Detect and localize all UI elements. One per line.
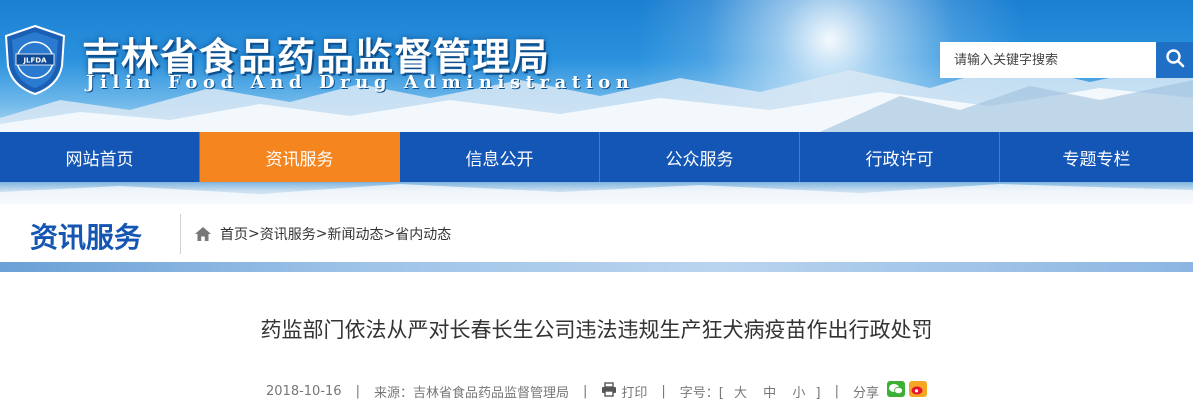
article-source: 吉林省食品药品监督管理局 <box>412 385 569 401</box>
decorative-strip <box>0 182 1193 204</box>
source-label: 来源： <box>373 385 413 401</box>
nav-item-info-disclosure[interactable]: 信息公开 <box>400 132 600 182</box>
main-nav: 网站首页 资讯服务 信息公开 公众服务 行政许可 专题专栏 <box>0 132 1193 182</box>
font-size-small[interactable]: 小 <box>792 386 805 401</box>
nav-item-admin-permits[interactable]: 行政许可 <box>800 132 1000 182</box>
font-size-label: 字号：[ <box>679 385 724 401</box>
section-divider <box>180 214 181 254</box>
breadcrumb-provincial-news[interactable]: 省内动态 <box>395 224 451 244</box>
weibo-icon[interactable] <box>908 381 927 401</box>
meta-divider: | <box>355 383 360 399</box>
section-header: 资讯服务 首页 > 资讯服务 > 新闻动态 > 省内动态 <box>0 204 1193 262</box>
font-size-close: ] <box>815 385 821 401</box>
printer-icon <box>601 381 621 401</box>
logo-text: JLFDA <box>22 57 47 65</box>
breadcrumb-separator: > <box>248 226 260 242</box>
print-button[interactable]: 打印 <box>601 381 648 401</box>
search-input[interactable] <box>940 42 1156 78</box>
breadcrumb: 首页 > 资讯服务 > 新闻动态 > 省内动态 <box>194 224 451 244</box>
wechat-icon[interactable] <box>886 381 905 401</box>
site-subtitle: Jilin Food And Drug Administration <box>86 72 635 93</box>
font-size-control: 字号：[ 大 中 小 ] <box>680 382 821 401</box>
article-date: 2018-10-16 <box>266 383 342 399</box>
nav-item-news-services[interactable]: 资讯服务 <box>200 132 400 182</box>
meta-divider: | <box>583 383 588 399</box>
breadcrumb-separator: > <box>383 226 396 242</box>
agency-logo: JLFDA <box>4 24 66 96</box>
meta-divider: | <box>834 383 839 399</box>
share-label: 分享 <box>852 385 879 401</box>
font-size-large[interactable]: 大 <box>734 386 747 401</box>
section-title: 资讯服务 <box>30 221 143 254</box>
font-size-medium[interactable]: 中 <box>763 386 776 401</box>
nav-item-special-topics[interactable]: 专题专栏 <box>1000 132 1193 182</box>
print-label: 打印 <box>621 385 648 401</box>
breadcrumb-separator: > <box>315 226 328 242</box>
article-meta: 2018-10-16 | 来源： 吉林省食品药品监督管理局 | 打印 | 字号：… <box>0 381 1193 401</box>
breadcrumb-news-updates[interactable]: 新闻动态 <box>327 224 383 244</box>
decorative-band <box>0 262 1193 272</box>
breadcrumb-home[interactable]: 首页 <box>220 224 248 244</box>
home-icon[interactable] <box>194 226 212 242</box>
meta-divider: | <box>661 383 666 399</box>
search-icon <box>1165 48 1185 72</box>
nav-item-home[interactable]: 网站首页 <box>0 132 200 182</box>
breadcrumb-news-services[interactable]: 资讯服务 <box>260 224 316 244</box>
nav-item-public-services[interactable]: 公众服务 <box>600 132 800 182</box>
article-title: 药监部门依法从严对长春长生公司违法违规生产狂犬病疫苗作出行政处罚 <box>260 318 933 342</box>
search-button[interactable] <box>1156 42 1193 78</box>
header-banner: JLFDA 吉林省食品药品监督管理局 Jilin Food And Drug A… <box>0 0 1193 132</box>
